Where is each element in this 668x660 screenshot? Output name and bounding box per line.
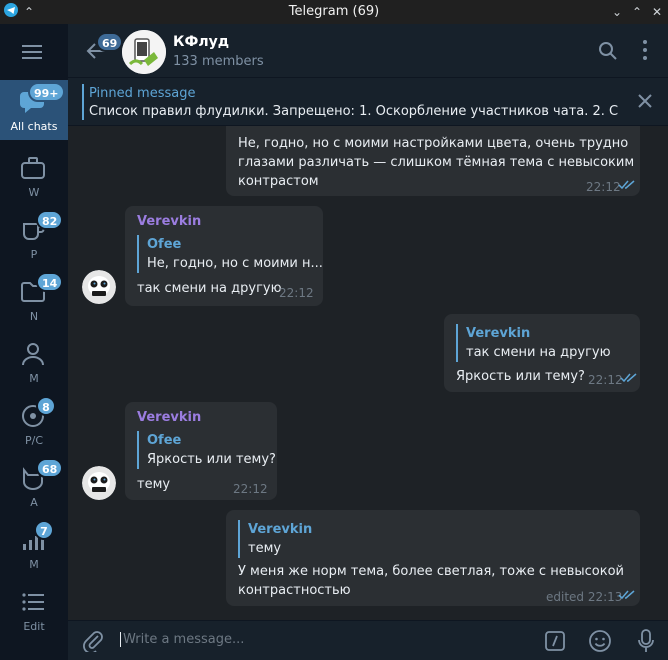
more-vertical-icon[interactable] [642,39,648,61]
sender-name[interactable]: Verevkin [137,408,201,427]
maximize-icon[interactable]: ⌃ [628,3,646,21]
unread-badge: 82 [36,210,64,230]
search-icon[interactable] [598,41,618,61]
menu-icon[interactable] [22,44,42,60]
reply-quote[interactable]: Verevkin тему [238,520,312,558]
message-input[interactable]: Write a message... [120,632,244,647]
unread-badge: 68 [36,458,64,478]
folder-pc[interactable]: 8 P/C [0,394,68,454]
pinned-message-bar[interactable]: Pinned message Список правил флудилки. З… [68,78,668,126]
folder-label: M [29,558,39,571]
person-icon [22,343,44,366]
message-time: 22:12 [586,180,621,194]
reply-author: Ofee [147,433,182,448]
bot-commands-icon[interactable] [544,630,566,652]
unread-badge: 99+ [28,82,65,102]
message-time: 22:12 [279,286,314,300]
reply-text: Яркость или тему? [147,452,276,467]
user-avatar[interactable] [82,270,116,304]
chat-header: 69 КФлуд 133 members [68,24,668,78]
message-text-line: контрастом [238,174,319,189]
chat-title[interactable]: КФлуд [173,34,229,50]
folder-label: P [30,248,38,261]
members-count: 133 members [173,54,264,69]
folder-label: M [29,372,39,385]
reply-quote[interactable]: Verevkin так смени на другую [456,324,611,362]
read-ticks-icon [618,180,635,190]
message-text-line: контрастностью [238,583,351,598]
message-time: 22:12 [233,482,268,496]
reply-quote[interactable]: Ofee Не, годно, но с моими н... [137,235,323,273]
folder-n[interactable]: 14 N [0,270,68,330]
reply-author: Verevkin [248,522,313,537]
message-time: edited 22:13 [546,590,623,604]
folder-all-chats[interactable]: 99+ All chats [0,80,68,140]
reply-quote[interactable]: Ofee Яркость или тему? [137,431,276,469]
message-composer: Write a message... [68,620,668,660]
message-list[interactable]: Не, годно, но с моими настройками цвета,… [68,126,668,620]
folder-label: A [30,496,38,509]
close-icon[interactable]: ✕ [648,3,666,21]
message-bubble-outgoing[interactable]: Не, годно, но с моими настройками цвета,… [226,126,640,196]
reply-text: Не, годно, но с моими н... [147,256,323,271]
message-text-line: У меня же норм тема, более светлая, тоже… [238,564,624,579]
message-text: так смени на другую [137,281,282,296]
folder-label: N [29,310,39,323]
folder-w[interactable]: W [0,146,68,206]
pinned-title: Pinned message [89,86,196,101]
sender-name[interactable]: Verevkin [137,212,201,231]
reply-author: Verevkin [466,326,531,341]
folder-label: Edit [23,620,45,633]
emoji-icon[interactable] [588,629,612,653]
paperclip-icon[interactable] [82,630,104,652]
edit-folders[interactable]: Edit [0,580,68,640]
pinned-text: Список правил флудилки. Запрещено: 1. Ос… [89,104,619,119]
skull-avatar-icon [82,466,116,500]
unread-badge: 7 [34,520,54,540]
message-text-line: Не, годно, но с моими настройками цвета,… [238,136,629,151]
folder-m[interactable]: M [0,332,68,392]
message-bubble-incoming[interactable]: Verevkin Ofee Не, годно, но с моими н...… [125,206,323,306]
message-text-line: глазами различать — слишком тёмная тема … [238,155,635,170]
microphone-icon[interactable] [638,629,654,653]
folder-label: W [28,186,40,199]
message-text: тему [137,477,171,492]
folder-m2[interactable]: 7 M [0,518,68,578]
skull-avatar-icon [82,270,116,304]
folder-a[interactable]: 68 A [0,456,68,516]
folders-sidebar: 99+ All chats W 82 P 14 N M 8 P/C 68 A 7… [0,24,68,660]
message-text: Яркость или тему? [456,369,585,384]
folder-label: P/C [24,434,44,447]
read-ticks-icon [618,590,635,600]
reply-text: так смени на другую [466,345,611,360]
folder-p[interactable]: 82 P [0,208,68,268]
user-avatar[interactable] [82,466,116,500]
unread-badge: 69 [96,32,124,52]
chat-avatar[interactable] [122,30,166,74]
minimize-icon[interactable]: ⌄ [608,3,626,21]
message-bubble-outgoing[interactable]: Verevkin тему У меня же норм тема, более… [226,510,640,606]
message-bubble-incoming[interactable]: Verevkin Ofee Яркость или тему? тему 22:… [125,402,277,500]
briefcase-icon [21,157,45,179]
close-icon[interactable] [638,94,652,108]
reply-author: Ofee [147,237,182,252]
unread-badge: 8 [36,396,56,416]
group-logo-icon [122,30,166,74]
window-title: Telegram (69) [288,4,380,19]
unread-badge: 14 [36,272,64,292]
folder-label: All chats [10,120,58,133]
window-titlebar: ⌃ Telegram (69) ⌄ ⌃ ✕ [0,0,668,24]
reply-text: тему [248,541,282,556]
message-bubble-outgoing[interactable]: Verevkin так смени на другую Яркость или… [444,314,640,392]
pinned-accent-bar [82,84,84,120]
read-ticks-icon [620,373,637,383]
list-icon [22,593,44,611]
message-time: 22:12 [588,373,623,387]
